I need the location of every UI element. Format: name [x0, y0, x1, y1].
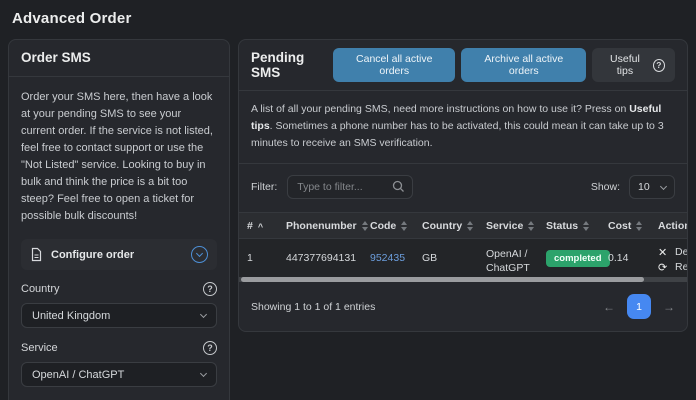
sort-icon — [583, 221, 589, 231]
sort-icon — [467, 221, 473, 231]
useful-tips-label: Useful tips — [602, 53, 648, 77]
cell-id: 1 — [239, 252, 278, 264]
pending-sms-header-buttons: Cancel all active orders Archive all act… — [333, 48, 675, 82]
resend-action-label: Resend — [675, 261, 687, 273]
order-sms-panel: Order SMS Order your SMS here, then have… — [8, 39, 230, 400]
pending-sms-header: Pending SMS Cancel all active orders Arc… — [239, 40, 687, 91]
cell-actions: ✕ Delete ⟳ Resend — [650, 243, 687, 274]
horizontal-scrollbar-thumb[interactable] — [241, 277, 644, 282]
sorted-ascending-icon: ^ — [258, 222, 263, 232]
collapse-chevron-down-icon[interactable] — [191, 246, 208, 263]
country-help-icon[interactable] — [203, 282, 217, 296]
entries-summary: Showing 1 to 1 of 1 entries — [251, 301, 375, 313]
cancel-all-active-orders-button[interactable]: Cancel all active orders — [333, 48, 455, 82]
cell-service: OpenAI / ChatGPT — [486, 242, 538, 275]
archive-all-active-orders-button[interactable]: Archive all active orders — [461, 48, 586, 82]
horizontal-scrollbar-track[interactable] — [239, 277, 687, 282]
column-header-id[interactable]: # ^ — [239, 220, 278, 232]
column-header-actions: Actions — [650, 220, 687, 232]
show-per-page-select[interactable]: 10 — [629, 175, 675, 199]
pending-sms-description: A list of all your pending SMS, need mor… — [239, 91, 687, 164]
pending-sms-title: Pending SMS — [251, 50, 333, 80]
advanced-order-page: Advanced Order Order SMS Order your SMS … — [0, 0, 696, 400]
service-label: Service — [21, 342, 58, 354]
service-help-icon[interactable] — [203, 341, 217, 355]
order-sms-title: Order SMS — [21, 50, 91, 65]
column-header-cost[interactable]: Cost — [600, 220, 650, 232]
country-select[interactable]: United Kingdom — [21, 303, 217, 328]
description-text-1: A list of all your pending SMS, need mor… — [251, 103, 629, 115]
pagination: ← 1 → — [603, 294, 675, 319]
order-sms-panel-header: Order SMS — [9, 40, 229, 77]
column-header-phonenumber[interactable]: Phonenumber — [278, 220, 362, 232]
country-field: Country United Kingdom — [21, 282, 217, 328]
order-sms-body: Order your SMS here, then have a look at… — [9, 77, 229, 400]
cell-phonenumber: 447377694131 — [278, 252, 362, 264]
sort-icon — [401, 221, 407, 231]
service-field: Service OpenAI / ChatGPT — [21, 341, 217, 387]
configure-order-toggle[interactable]: Configure order — [21, 239, 217, 270]
description-text-2: . Sometimes a phone number has to be act… — [251, 120, 664, 149]
delete-action-label: Delete — [675, 246, 687, 258]
show-per-page-value: 10 — [638, 181, 650, 193]
resend-action[interactable]: ⟳ Resend — [658, 261, 687, 274]
previous-page-arrow-icon[interactable]: ← — [603, 301, 615, 313]
country-select-value: United Kingdom — [32, 310, 110, 322]
table-row: 1 447377694131 952435 GB OpenAI / ChatGP… — [239, 239, 687, 277]
panels-container: Order SMS Order your SMS here, then have… — [8, 39, 688, 400]
delete-action[interactable]: ✕ Delete — [658, 246, 687, 259]
column-header-code[interactable]: Code — [362, 220, 414, 232]
pending-sms-table: # ^ Phonenumber Code Country — [239, 212, 687, 282]
document-icon — [30, 247, 43, 262]
cell-code-link[interactable]: 952435 — [370, 252, 405, 264]
column-header-country[interactable]: Country — [414, 220, 478, 232]
pending-sms-footer: Showing 1 to 1 of 1 entries ← 1 → — [239, 282, 687, 331]
column-header-status[interactable]: Status — [538, 220, 600, 232]
filter-row: Filter: Show: 10 — [239, 164, 687, 212]
service-select[interactable]: OpenAI / ChatGPT — [21, 362, 217, 387]
useful-tips-button[interactable]: Useful tips — [592, 48, 675, 82]
chevron-down-icon — [660, 183, 667, 190]
column-header-service[interactable]: Service — [478, 220, 538, 232]
next-page-arrow-icon[interactable]: → — [663, 301, 675, 313]
table-header-row: # ^ Phonenumber Code Country — [239, 212, 687, 239]
cell-cost: 0.14 — [600, 252, 650, 264]
search-icon — [392, 180, 405, 198]
filter-label: Filter: — [251, 181, 277, 193]
cell-country: GB — [414, 252, 478, 264]
question-mark-icon — [653, 59, 665, 72]
delete-x-icon: ✕ — [658, 246, 670, 259]
resend-rotate-icon: ⟳ — [658, 261, 670, 274]
chevron-down-icon — [200, 370, 207, 377]
page-1-button[interactable]: 1 — [627, 294, 651, 319]
country-label: Country — [21, 283, 60, 295]
order-sms-description: Order your SMS here, then have a look at… — [21, 89, 217, 225]
page-title: Advanced Order — [12, 10, 688, 27]
chevron-down-icon — [200, 311, 207, 318]
show-label: Show: — [591, 181, 620, 193]
pending-sms-panel: Pending SMS Cancel all active orders Arc… — [238, 39, 688, 332]
service-select-value: OpenAI / ChatGPT — [32, 369, 124, 381]
configure-order-label: Configure order — [51, 249, 134, 261]
sort-icon — [528, 221, 534, 231]
sort-icon — [636, 221, 642, 231]
